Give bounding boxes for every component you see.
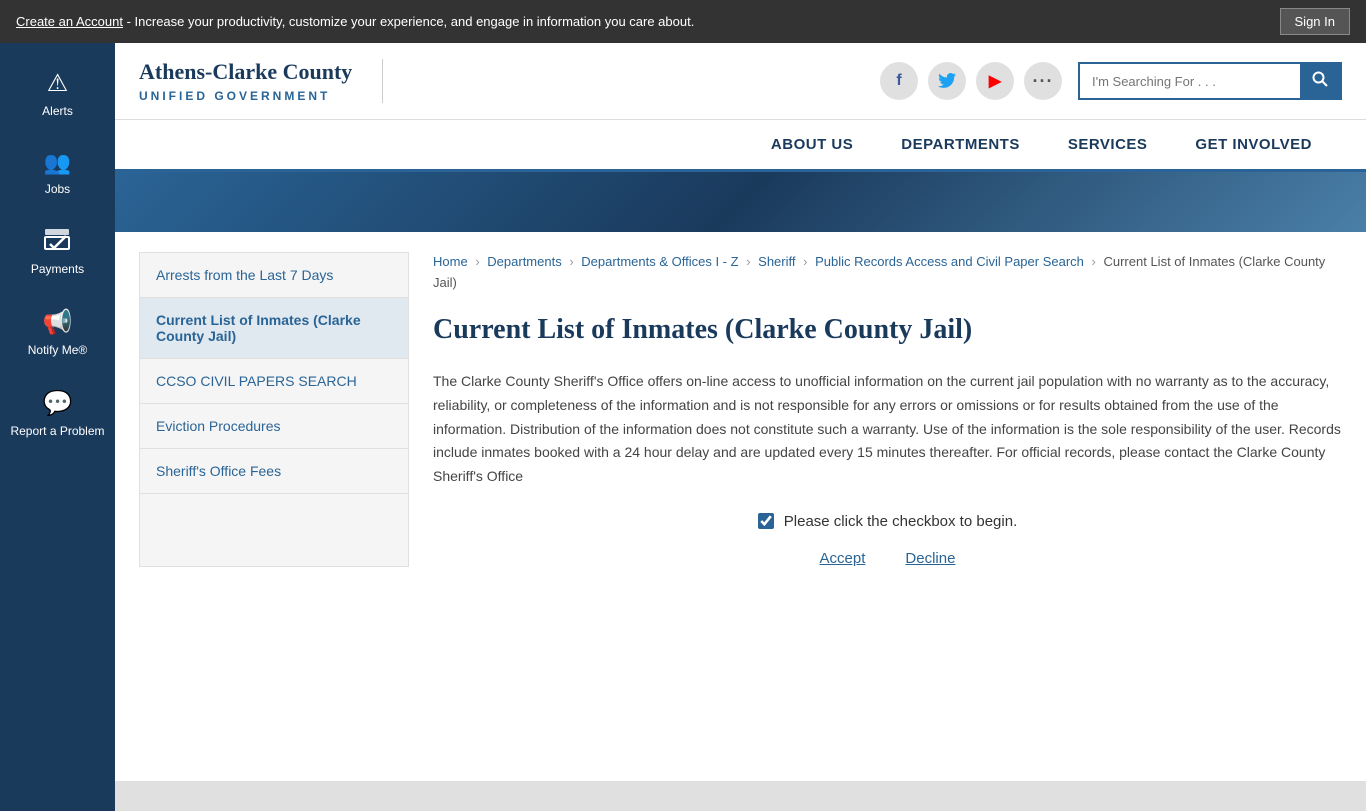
banner-message: Create an Account - Increase your produc…: [16, 14, 694, 29]
sidebar-report-label: Report a Problem: [10, 424, 104, 438]
sidebar-jobs-label: Jobs: [45, 182, 70, 196]
accept-decline-area: Accept Decline: [433, 550, 1342, 567]
logo-title: Athens-Clarke County: [139, 59, 352, 85]
main-content: Home › Departments › Departments & Offic…: [433, 252, 1342, 567]
side-nav-fees[interactable]: Sheriff's Office Fees: [140, 449, 408, 494]
create-account-link[interactable]: Create an Account: [16, 14, 123, 29]
nav-services[interactable]: SERVICES: [1044, 120, 1172, 169]
nav-about[interactable]: ABOUT US: [747, 120, 877, 169]
sidebar-item-jobs[interactable]: 👥 Jobs: [0, 134, 115, 212]
sidebar-payments-label: Payments: [31, 262, 84, 276]
accept-link[interactable]: Accept: [820, 550, 866, 567]
page-title: Current List of Inmates (Clarke County J…: [433, 314, 1342, 346]
social-icons: f ▶ ···: [880, 62, 1062, 100]
begin-checkbox[interactable]: [758, 513, 774, 529]
social-search-area: f ▶ ···: [413, 62, 1342, 100]
sidebar-item-report[interactable]: 💬 Report a Problem: [0, 373, 115, 454]
breadcrumb-public-records[interactable]: Public Records Access and Civil Paper Se…: [815, 254, 1084, 269]
more-social-icon[interactable]: ···: [1024, 62, 1062, 100]
sidebar-item-notify[interactable]: 📢 Notify Me®: [0, 292, 115, 373]
breadcrumb-sep-3: ›: [746, 254, 750, 269]
header: Athens-Clarke County UNIFIED GOVERNMENT …: [115, 43, 1366, 120]
sidebar-notify-label: Notify Me®: [28, 343, 88, 357]
breadcrumb-sep-5: ›: [1092, 254, 1096, 269]
notify-icon: 📢: [43, 308, 73, 337]
content-area: Arrests from the Last 7 Days Current Lis…: [115, 232, 1366, 587]
left-sidebar: ⚠ Alerts 👥 Jobs Payments 📢 Notify Me® 💬 …: [0, 43, 115, 811]
breadcrumb-sep-1: ›: [475, 254, 479, 269]
nav-departments[interactable]: DEPARTMENTS: [877, 120, 1044, 169]
sidebar-item-payments[interactable]: Payments: [0, 212, 115, 292]
right-content: Athens-Clarke County UNIFIED GOVERNMENT …: [115, 43, 1366, 811]
twitter-icon[interactable]: [928, 62, 966, 100]
sidebar-alerts-label: Alerts: [42, 104, 73, 118]
jobs-icon: 👥: [44, 150, 71, 176]
youtube-icon[interactable]: ▶: [976, 62, 1014, 100]
top-banner: Create an Account - Increase your produc…: [0, 0, 1366, 43]
footer-bar: [115, 781, 1366, 811]
hero-banner: [115, 172, 1366, 232]
nav-bar: ABOUT US DEPARTMENTS SERVICES GET INVOLV…: [115, 120, 1366, 172]
logo-subtitle: UNIFIED GOVERNMENT: [139, 89, 352, 103]
side-nav-eviction[interactable]: Eviction Procedures: [140, 404, 408, 449]
decline-link[interactable]: Decline: [905, 550, 955, 567]
logo-section: Athens-Clarke County UNIFIED GOVERNMENT: [139, 59, 383, 103]
sign-in-button[interactable]: Sign In: [1280, 8, 1350, 35]
breadcrumb-departments[interactable]: Departments: [487, 254, 561, 269]
body-text: The Clarke County Sheriff's Office offer…: [433, 370, 1342, 489]
breadcrumb-sep-2: ›: [569, 254, 573, 269]
search-box: [1078, 62, 1342, 100]
page-wrapper: ⚠ Alerts 👥 Jobs Payments 📢 Notify Me® 💬 …: [0, 43, 1366, 811]
breadcrumb: Home › Departments › Departments & Offic…: [433, 252, 1342, 294]
breadcrumb-home[interactable]: Home: [433, 254, 468, 269]
sidebar-item-alerts[interactable]: ⚠ Alerts: [0, 53, 115, 134]
banner-text: - Increase your productivity, customize …: [127, 14, 695, 29]
side-nav-inmates[interactable]: Current List of Inmates (Clarke County J…: [140, 298, 408, 359]
breadcrumb-sep-4: ›: [803, 254, 807, 269]
breadcrumb-sheriff[interactable]: Sheriff: [758, 254, 795, 269]
search-input[interactable]: [1080, 64, 1300, 98]
side-navigation: Arrests from the Last 7 Days Current Lis…: [139, 252, 409, 567]
facebook-icon[interactable]: f: [880, 62, 918, 100]
payments-icon: [44, 228, 72, 256]
side-nav-civil[interactable]: CCSO CIVIL PAPERS SEARCH: [140, 359, 408, 404]
checkbox-label: Please click the checkbox to begin.: [784, 513, 1017, 530]
report-icon: 💬: [43, 389, 73, 418]
breadcrumb-dept-iz[interactable]: Departments & Offices I - Z: [581, 254, 738, 269]
search-button[interactable]: [1300, 64, 1340, 98]
checkbox-area: Please click the checkbox to begin.: [433, 513, 1342, 530]
alert-icon: ⚠: [47, 69, 69, 98]
nav-get-involved[interactable]: GET INVOLVED: [1171, 120, 1336, 169]
side-nav-arrests[interactable]: Arrests from the Last 7 Days: [140, 253, 408, 298]
